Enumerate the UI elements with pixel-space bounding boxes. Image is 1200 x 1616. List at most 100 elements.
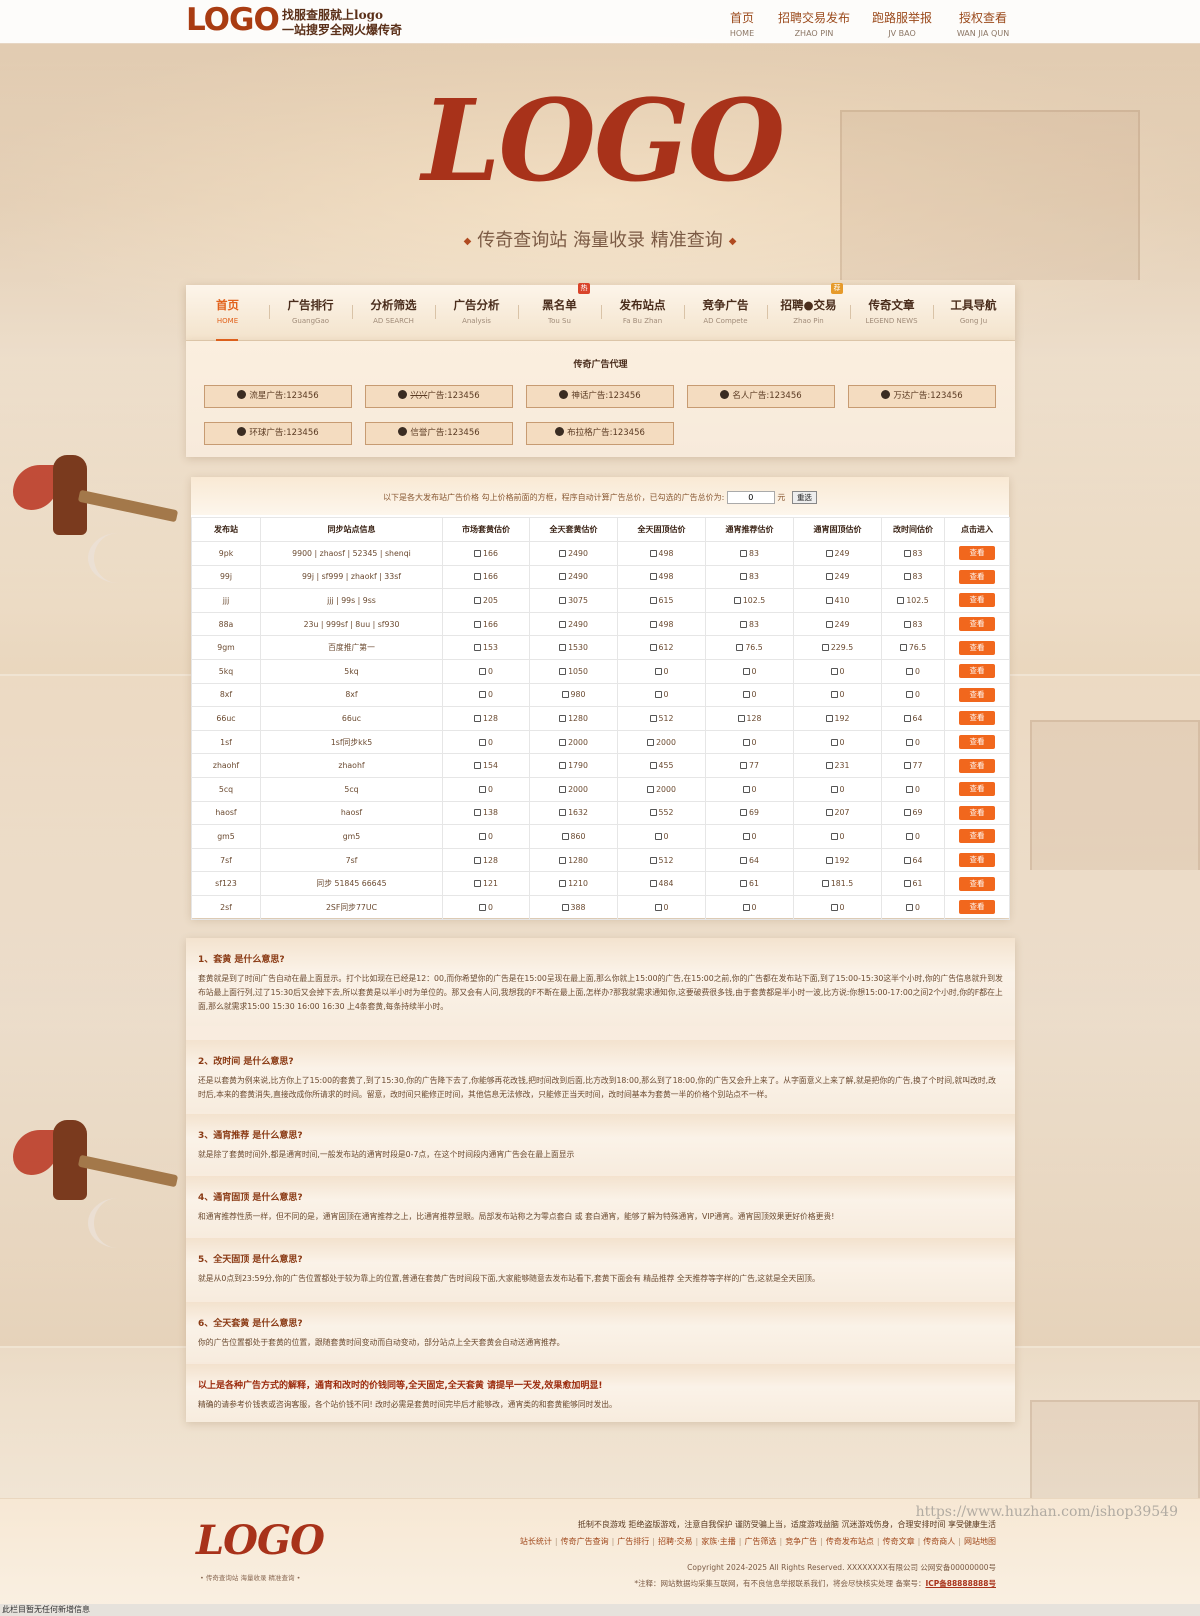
price-checkbox[interactable]: [825, 714, 833, 722]
price-checkbox[interactable]: [474, 809, 482, 817]
price-checkbox[interactable]: [474, 880, 482, 888]
nav-tools[interactable]: 工具导航 Gong Ju: [932, 285, 1015, 341]
price-checkbox[interactable]: [559, 667, 567, 675]
price-checkbox[interactable]: [559, 573, 567, 581]
price-checkbox[interactable]: [825, 573, 833, 581]
price-checkbox[interactable]: [742, 691, 750, 699]
agent-button[interactable]: 信誉广告:123456: [365, 422, 513, 445]
top-nav-recruit[interactable]: 招聘交易发布 ZHAO PIN: [776, 9, 852, 41]
agent-button[interactable]: 流星广告:123456: [204, 385, 352, 408]
price-checkbox[interactable]: [649, 809, 657, 817]
price-checkbox[interactable]: [903, 880, 911, 888]
price-checkbox[interactable]: [742, 832, 750, 840]
nav-recruit-trade[interactable]: 荐 招聘●交易 Zhao Pin: [767, 283, 850, 341]
agent-button[interactable]: 名人广告:123456: [687, 385, 835, 408]
price-checkbox[interactable]: [654, 667, 662, 675]
reset-button[interactable]: 重选: [791, 491, 817, 504]
price-checkbox[interactable]: [897, 596, 905, 604]
price-checkbox[interactable]: [559, 785, 567, 793]
agent-button[interactable]: 神话广告:123456: [526, 385, 674, 408]
price-checkbox[interactable]: [830, 903, 838, 911]
nav-ad-search[interactable]: 分析筛选 AD SEARCH: [352, 285, 435, 341]
view-button[interactable]: 查看: [959, 664, 995, 679]
footer-link[interactable]: 传奇商人: [923, 1537, 955, 1546]
price-checkbox[interactable]: [559, 762, 567, 770]
view-button[interactable]: 查看: [959, 687, 995, 702]
view-button[interactable]: 查看: [959, 829, 995, 844]
agent-button[interactable]: 兴兴广告:123456: [365, 385, 513, 408]
price-checkbox[interactable]: [903, 714, 911, 722]
price-checkbox[interactable]: [733, 596, 741, 604]
price-checkbox[interactable]: [479, 785, 487, 793]
price-checkbox[interactable]: [742, 738, 750, 746]
view-button[interactable]: 查看: [959, 593, 995, 608]
view-button[interactable]: 查看: [959, 711, 995, 726]
price-checkbox[interactable]: [830, 785, 838, 793]
price-checkbox[interactable]: [474, 762, 482, 770]
price-checkbox[interactable]: [561, 903, 569, 911]
price-checkbox[interactable]: [825, 762, 833, 770]
price-checkbox[interactable]: [903, 573, 911, 581]
price-checkbox[interactable]: [479, 691, 487, 699]
nav-publish-sites[interactable]: 发布站点 Fa Bu Zhan: [601, 285, 684, 341]
top-nav-auth[interactable]: 授权查看 WAN JIA QUN: [952, 9, 1014, 41]
price-checkbox[interactable]: [830, 667, 838, 675]
price-checkbox[interactable]: [821, 644, 829, 652]
price-checkbox[interactable]: [474, 644, 482, 652]
price-checkbox[interactable]: [740, 809, 748, 817]
price-checkbox[interactable]: [903, 856, 911, 864]
price-checkbox[interactable]: [479, 832, 487, 840]
price-checkbox[interactable]: [742, 785, 750, 793]
price-checkbox[interactable]: [479, 738, 487, 746]
price-checkbox[interactable]: [737, 714, 745, 722]
view-button[interactable]: 查看: [959, 617, 995, 632]
price-checkbox[interactable]: [647, 785, 655, 793]
agent-button[interactable]: 万达广告:123456: [848, 385, 996, 408]
price-checkbox[interactable]: [740, 549, 748, 557]
price-checkbox[interactable]: [474, 620, 482, 628]
price-checkbox[interactable]: [474, 549, 482, 557]
price-checkbox[interactable]: [649, 644, 657, 652]
price-checkbox[interactable]: [649, 880, 657, 888]
price-checkbox[interactable]: [561, 832, 569, 840]
price-checkbox[interactable]: [654, 691, 662, 699]
nav-home[interactable]: 首页 HOME: [186, 285, 269, 341]
agent-button[interactable]: 环球广告:123456: [204, 422, 352, 445]
price-checkbox[interactable]: [559, 880, 567, 888]
price-checkbox[interactable]: [740, 620, 748, 628]
footer-link[interactable]: 竞争广告: [785, 1537, 817, 1546]
price-checkbox[interactable]: [906, 785, 914, 793]
footer-link[interactable]: 广告筛选: [744, 1537, 776, 1546]
price-checkbox[interactable]: [649, 549, 657, 557]
price-checkbox[interactable]: [559, 714, 567, 722]
view-button[interactable]: 查看: [959, 546, 995, 561]
nav-legend-news[interactable]: 传奇文章 LEGEND NEWS: [850, 285, 933, 341]
price-checkbox[interactable]: [906, 691, 914, 699]
nav-ad-ranking[interactable]: 广告排行 GuangGao: [269, 285, 352, 341]
price-checkbox[interactable]: [559, 596, 567, 604]
price-checkbox[interactable]: [742, 667, 750, 675]
footer-link[interactable]: 传奇文章: [883, 1537, 915, 1546]
price-checkbox[interactable]: [903, 620, 911, 628]
view-button[interactable]: 查看: [959, 876, 995, 891]
price-checkbox[interactable]: [649, 856, 657, 864]
view-button[interactable]: 查看: [959, 758, 995, 773]
price-checkbox[interactable]: [903, 809, 911, 817]
footer-link[interactable]: 招聘·交易: [658, 1537, 693, 1546]
footer-link[interactable]: 广告排行: [617, 1537, 649, 1546]
price-checkbox[interactable]: [649, 714, 657, 722]
price-checkbox[interactable]: [561, 691, 569, 699]
price-checkbox[interactable]: [825, 596, 833, 604]
price-checkbox[interactable]: [906, 832, 914, 840]
price-checkbox[interactable]: [559, 738, 567, 746]
footer-link[interactable]: 家族·主播: [701, 1537, 736, 1546]
price-checkbox[interactable]: [825, 809, 833, 817]
price-checkbox[interactable]: [559, 809, 567, 817]
price-checkbox[interactable]: [830, 738, 838, 746]
price-checkbox[interactable]: [740, 880, 748, 888]
price-checkbox[interactable]: [559, 856, 567, 864]
price-checkbox[interactable]: [649, 573, 657, 581]
price-checkbox[interactable]: [740, 573, 748, 581]
price-checkbox[interactable]: [825, 856, 833, 864]
site-logo[interactable]: LOGO: [186, 2, 280, 38]
